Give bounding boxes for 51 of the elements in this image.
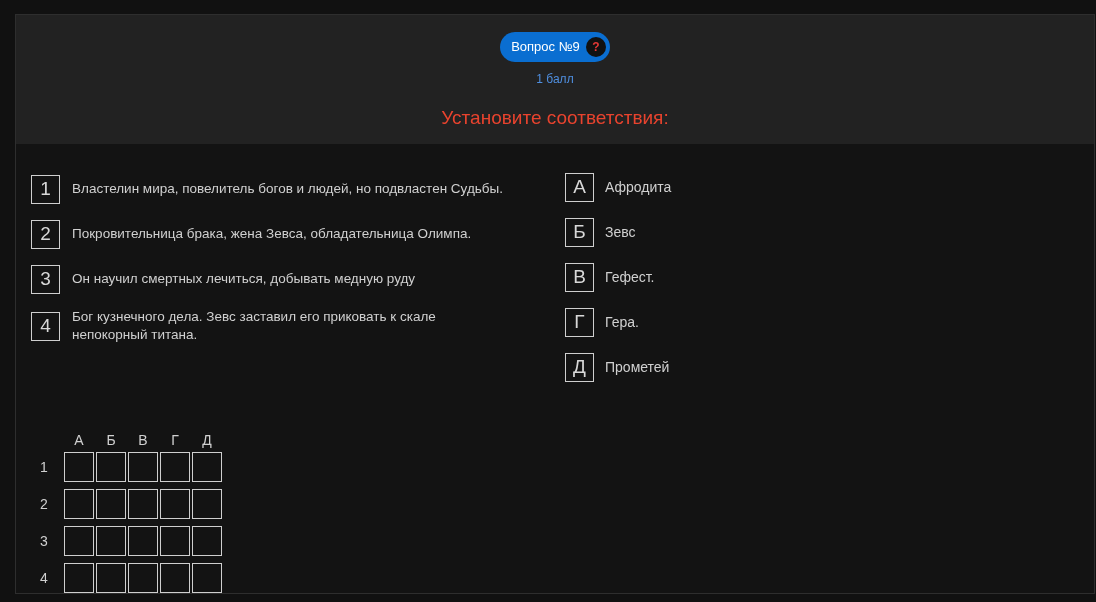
statement-text: Он научил смертных лечиться, добывать медную руду (72, 270, 417, 288)
answer-cell[interactable] (128, 526, 158, 556)
answer-cell[interactable] (128, 563, 158, 593)
option-letter: Д (565, 353, 594, 382)
answer-cell[interactable] (192, 563, 222, 593)
answer-cell[interactable] (64, 489, 94, 519)
answer-cell[interactable] (192, 489, 222, 519)
option-text: Прометей (605, 358, 670, 377)
answer-cell[interactable] (96, 452, 126, 482)
row-header: 1 (40, 457, 49, 477)
question-number: Вопрос №9 (511, 38, 580, 57)
answer-cell[interactable] (128, 452, 158, 482)
answer-cell[interactable] (192, 526, 222, 556)
option-text: Гера. (605, 313, 639, 332)
column-header: Д (201, 431, 213, 450)
answer-cell[interactable] (128, 489, 158, 519)
statement-text: Властелин мира, повелитель богов и людей, но подвластен Судьбы. (72, 180, 504, 198)
answer-cell[interactable] (160, 563, 190, 593)
statement-text: Бог кузнечного дела. Зевс заставил его приковать к скале непокорный титана. (72, 308, 437, 344)
answer-cell[interactable] (192, 452, 222, 482)
item-number: 1 (31, 174, 60, 204)
answer-cell[interactable] (96, 526, 126, 556)
item-number: 3 (31, 264, 60, 294)
column-header: В (137, 431, 149, 450)
option-letter: Б (565, 218, 594, 247)
item-number: 4 (31, 311, 60, 341)
answer-cell[interactable] (64, 526, 94, 556)
option-letter: А (565, 173, 594, 202)
answer-cell[interactable] (96, 489, 126, 519)
row-header: 3 (40, 531, 49, 551)
answer-cell[interactable] (160, 452, 190, 482)
column-header: Б (105, 431, 117, 450)
row-header: 2 (40, 494, 49, 514)
item-number: 2 (31, 219, 60, 249)
option-text: Зевс (605, 223, 636, 242)
answer-cell[interactable] (64, 563, 94, 593)
answer-cell[interactable] (160, 489, 190, 519)
option-letter: В (565, 263, 594, 292)
help-button[interactable]: ? (585, 37, 606, 57)
answer-cell[interactable] (96, 563, 126, 593)
statement-text: Покровительница брака, жена Зевса, обладательница Олимпа. (72, 225, 473, 243)
instruction-heading: Установите соответствия: (441, 106, 669, 130)
answer-cell[interactable] (160, 526, 190, 556)
answer-cell[interactable] (64, 452, 94, 482)
option-letter: Г (565, 308, 594, 337)
option-text: Афродита (605, 178, 672, 197)
column-header: Г (170, 431, 180, 450)
option-text: Гефест. (605, 268, 655, 287)
row-header: 4 (40, 568, 49, 588)
points-label: 1 балл (536, 71, 574, 88)
column-header: А (73, 431, 85, 450)
